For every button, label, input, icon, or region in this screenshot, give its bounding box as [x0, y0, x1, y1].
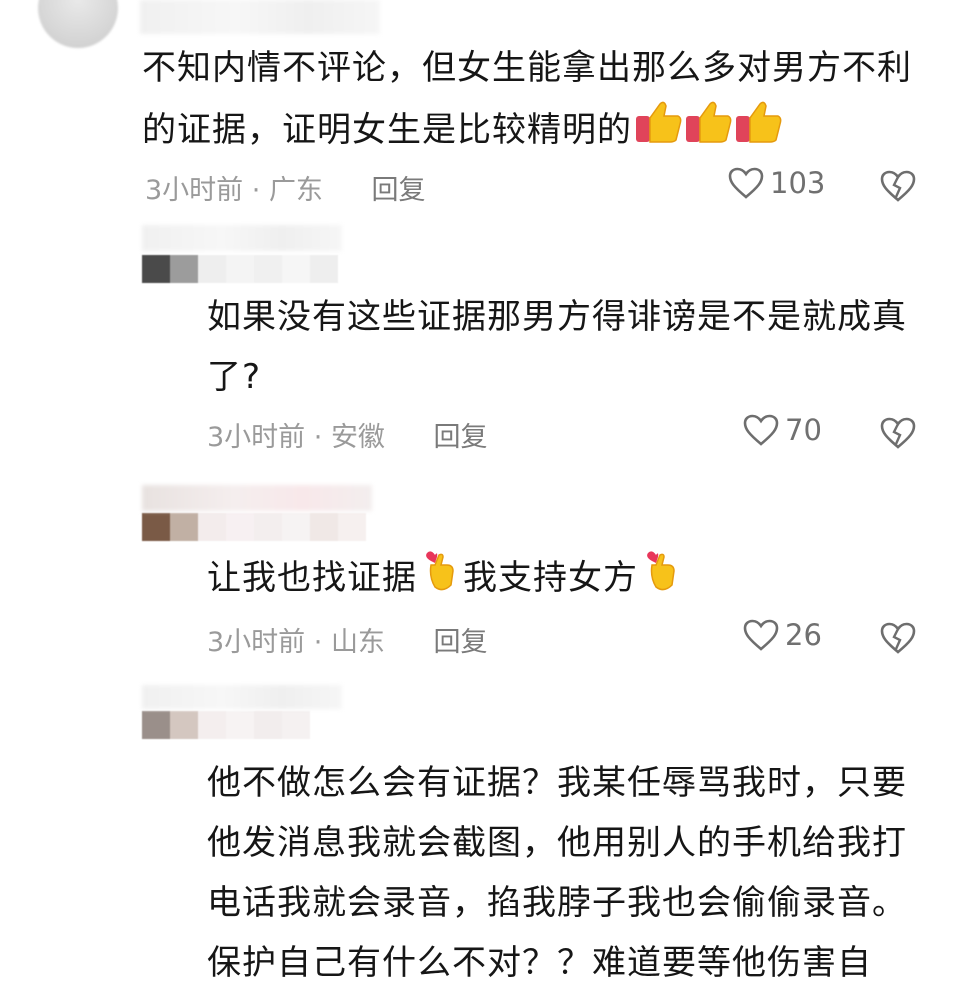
- meta-separator: ·: [305, 422, 331, 453]
- comment-meta: 3小时前 · 山东 回复: [207, 620, 488, 659]
- finger-heart-icon: [644, 547, 678, 612]
- avatar[interactable]: [142, 711, 310, 739]
- username-blurred[interactable]: [142, 685, 342, 709]
- meta-separator: ·: [305, 627, 331, 658]
- username-blurred[interactable]: [142, 485, 372, 511]
- like-count: 70: [785, 413, 822, 447]
- comment-4: 他不做怎么会有证据？我某任辱骂我时，只要 他发消息我就会截图，他用别人的手机给我…: [0, 685, 960, 993]
- reply-button[interactable]: 回复: [434, 422, 488, 453]
- broken-heart-icon[interactable]: [880, 622, 916, 654]
- comment-time: 3小时前: [207, 627, 306, 658]
- like-count: 26: [785, 618, 822, 652]
- heart-icon: [728, 167, 764, 199]
- comment-location: 广东: [268, 175, 323, 206]
- comment-time: 3小时前: [207, 422, 306, 453]
- like-button[interactable]: 26: [743, 618, 822, 652]
- comment-text: 如果没有这些证据那男方得诽谤是不是就成真 了?: [207, 297, 907, 397]
- like-button[interactable]: 103: [728, 166, 825, 200]
- comment-location: 山东: [330, 627, 385, 658]
- reply-button[interactable]: 回复: [372, 175, 426, 206]
- heart-icon: [743, 619, 779, 651]
- comment-text: 让我也找证据 我支持女方: [207, 547, 678, 612]
- meta-separator: ·: [243, 175, 269, 206]
- comment-meta: 3小时前 · 安徽 回复: [207, 415, 488, 454]
- comment-2: 如果没有这些证据那男方得诽谤是不是就成真 了? 3小时前 · 安徽 回复 70: [0, 225, 960, 475]
- comment-meta: 3小时前 · 广东 回复: [145, 168, 426, 207]
- comment-location: 安徽: [330, 422, 385, 453]
- like-button[interactable]: 70: [743, 413, 822, 447]
- avatar[interactable]: [142, 255, 338, 283]
- like-count: 103: [770, 166, 826, 200]
- heart-icon: [743, 414, 779, 446]
- finger-heart-icon: [423, 547, 457, 612]
- comment-1: 不知内情不评论，但女生能拿出那么多对男方不利 的证据，证明女生是比较精明的 3小…: [0, 0, 960, 215]
- comment-3: 让我也找证据 我支持女方 3小时前 · 山东 回复 26: [0, 485, 960, 675]
- reply-button[interactable]: 回复: [434, 627, 488, 658]
- comment-text: 他不做怎么会有证据？我某任辱骂我时，只要 他发消息我就会截图，他用别人的手机给我…: [207, 763, 907, 983]
- broken-heart-icon[interactable]: [880, 417, 916, 449]
- comment-time: 3小时前: [145, 175, 244, 206]
- avatar[interactable]: [142, 513, 366, 541]
- avatar[interactable]: [38, 0, 118, 48]
- username-blurred[interactable]: [140, 0, 380, 34]
- comment-text: 不知内情不评论，但女生能拿出那么多对男方不利 的证据，证明女生是比较精明的: [142, 38, 912, 165]
- username-blurred[interactable]: [142, 225, 342, 251]
- broken-heart-icon[interactable]: [880, 170, 916, 202]
- thumbs-up-icon: [634, 98, 784, 165]
